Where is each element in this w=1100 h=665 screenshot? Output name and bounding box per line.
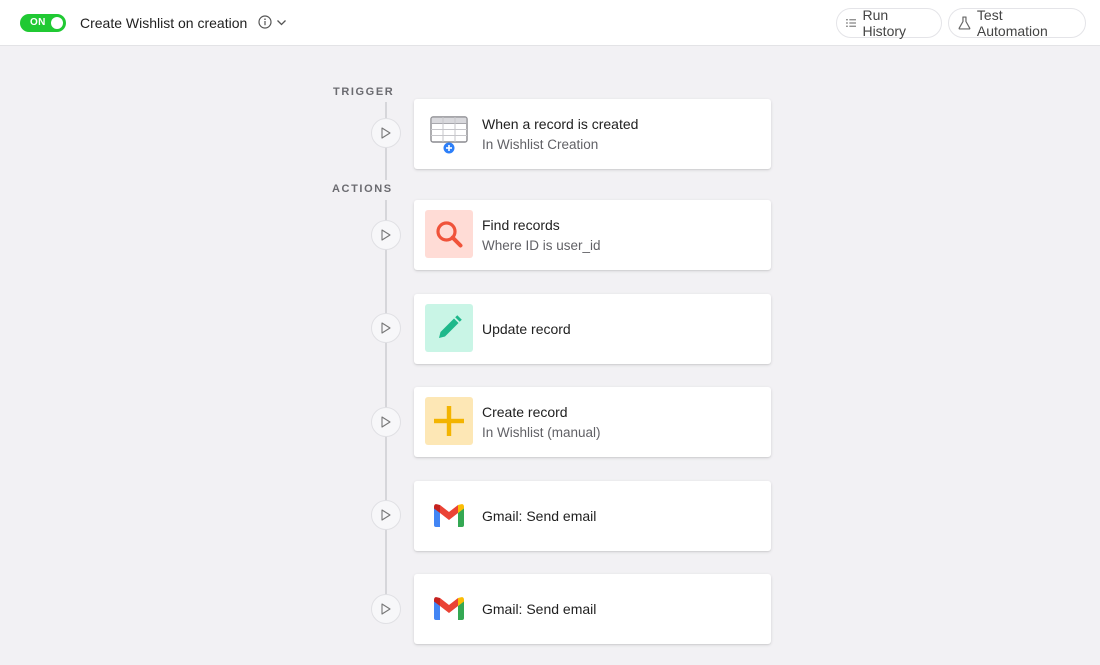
run-history-label: Run History — [862, 7, 907, 39]
card-icon — [425, 584, 473, 632]
update-record-card[interactable]: Update record — [414, 294, 771, 364]
automation-title[interactable]: Create Wishlist on creation — [80, 15, 247, 31]
gmail-send-email-card[interactable]: Gmail: Send email — [414, 481, 771, 551]
flask-icon — [958, 16, 971, 30]
actions-section-label: ACTIONS — [332, 183, 393, 195]
card-subtitle: In Wishlist Creation — [482, 137, 599, 152]
info-icon[interactable] — [258, 15, 272, 29]
gmail-icon — [434, 597, 464, 620]
play-icon — [381, 509, 391, 521]
list-icon — [846, 19, 856, 27]
trigger-card[interactable]: When a record is created In Wishlist Cre… — [414, 99, 771, 169]
card-subtitle: Where ID is user_id — [482, 238, 601, 253]
play-step-button[interactable] — [371, 500, 401, 530]
top-bar: ON Create Wishlist on creation Run Histo… — [0, 0, 1100, 46]
card-subtitle: In Wishlist (manual) — [482, 425, 601, 440]
play-icon — [381, 416, 391, 428]
test-automation-label: Test Automation — [976, 7, 1048, 39]
search-icon — [436, 221, 463, 248]
play-icon — [381, 322, 391, 334]
toggle-label: ON — [30, 17, 46, 28]
pencil-icon — [439, 315, 462, 338]
find-records-card[interactable]: Find records Where ID is user_id — [414, 200, 771, 270]
play-step-button[interactable] — [371, 220, 401, 250]
play-step-button[interactable] — [371, 118, 401, 148]
card-icon — [425, 397, 473, 445]
card-title: Update record — [482, 321, 571, 337]
play-step-button[interactable] — [371, 407, 401, 437]
play-icon — [381, 229, 391, 241]
plus-icon — [434, 406, 464, 436]
card-title: When a record is created — [482, 116, 639, 132]
card-title: Gmail: Send email — [482, 601, 597, 617]
trigger-section-label: TRIGGER — [333, 86, 395, 98]
play-icon — [381, 603, 391, 615]
run-history-button[interactable]: Run History — [836, 7, 942, 39]
gmail-icon — [434, 504, 464, 527]
card-title: Gmail: Send email — [482, 508, 597, 524]
toggle-knob — [51, 17, 63, 29]
play-icon — [381, 127, 391, 139]
chevron-down-icon[interactable] — [276, 17, 287, 28]
create-record-card[interactable]: Create record In Wishlist (manual) — [414, 387, 771, 457]
card-icon — [425, 210, 473, 258]
play-step-button[interactable] — [371, 313, 401, 343]
card-icon — [425, 109, 473, 157]
card-icon — [425, 491, 473, 539]
card-title: Create record — [482, 404, 568, 420]
automation-toggle[interactable]: ON — [20, 14, 66, 32]
card-title: Find records — [482, 217, 560, 233]
card-icon — [425, 304, 473, 352]
gmail-send-email-card[interactable]: Gmail: Send email — [414, 574, 771, 644]
test-automation-button[interactable]: Test Automation — [948, 7, 1086, 39]
table-add-icon — [430, 116, 468, 154]
play-step-button[interactable] — [371, 594, 401, 624]
